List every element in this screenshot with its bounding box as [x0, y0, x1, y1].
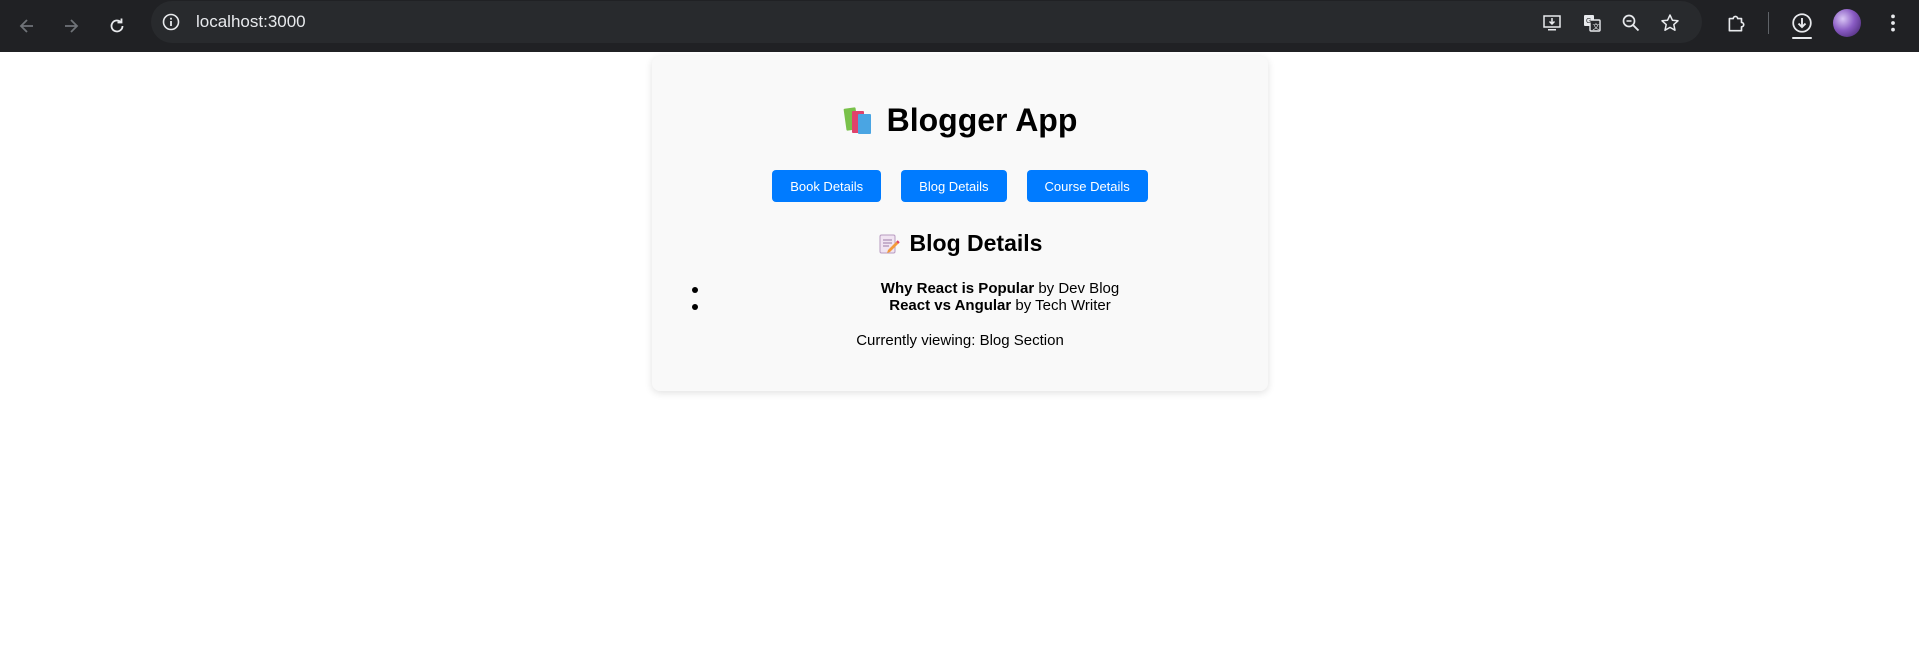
kebab-menu-icon [1891, 14, 1895, 32]
post-author: Tech Writer [1035, 297, 1111, 314]
post-author: Dev Blog [1058, 280, 1120, 297]
bookmark-button[interactable] [1658, 11, 1682, 35]
app-heading: Blogger App [652, 102, 1268, 139]
back-button[interactable] [11, 10, 43, 42]
post-by: by [1015, 297, 1032, 314]
list-item: Why React is Popular by Dev Blog [692, 280, 1268, 297]
book-details-button[interactable]: Book Details [772, 170, 882, 202]
forward-arrow-icon [65, 19, 79, 33]
browser-toolbar: localhost:3000 G文 [0, 0, 1919, 52]
app-card: Blogger App Book Details Blog Details Co… [652, 56, 1268, 391]
translate-icon: G文 [1584, 15, 1601, 32]
current-section-status: Currently viewing: Blog Section [856, 332, 1064, 349]
address-bar[interactable]: localhost:3000 G文 [151, 1, 1702, 43]
list-bullet [692, 287, 698, 293]
memo-icon [878, 233, 900, 255]
star-icon [1661, 14, 1679, 31]
site-info-icon[interactable] [161, 12, 181, 32]
list-bullet [692, 304, 698, 310]
download-icon [1792, 13, 1812, 33]
reload-button[interactable] [101, 10, 133, 42]
zoom-button[interactable] [1619, 11, 1643, 35]
blog-list: Why React is Popular by Dev Blog React v… [692, 280, 1268, 314]
books-icon [843, 106, 875, 136]
reload-icon [110, 18, 124, 33]
svg-text:G: G [1586, 18, 1591, 25]
forward-button[interactable] [55, 10, 87, 42]
install-app-button[interactable] [1540, 11, 1564, 35]
section-heading: Blog Details [652, 230, 1268, 257]
svg-text:文: 文 [1593, 22, 1600, 31]
nav-button-row: Book Details Blog Details Course Details [652, 170, 1268, 202]
profile-avatar[interactable] [1833, 9, 1861, 37]
menu-button[interactable] [1879, 9, 1907, 37]
post-by: by [1038, 280, 1055, 297]
url-text[interactable]: localhost:3000 [196, 12, 306, 32]
download-progress-indicator [1792, 37, 1812, 39]
post-title: React vs Angular [889, 297, 1012, 314]
blog-details-button[interactable]: Blog Details [901, 170, 1007, 202]
course-details-button[interactable]: Course Details [1026, 170, 1148, 202]
install-icon [1543, 15, 1561, 31]
puzzle-icon [1728, 15, 1745, 32]
translate-button[interactable]: G文 [1580, 11, 1604, 35]
downloads-button[interactable] [1788, 9, 1816, 37]
extensions-button[interactable] [1722, 9, 1750, 37]
list-item: React vs Angular by Tech Writer [692, 297, 1268, 314]
toolbar-divider [1768, 12, 1769, 34]
app-title-text: Blogger App [886, 102, 1078, 138]
back-arrow-icon [19, 19, 33, 33]
post-title: Why React is Popular [880, 280, 1035, 297]
section-title-text: Blog Details [909, 230, 1043, 256]
zoom-out-icon [1622, 14, 1640, 32]
